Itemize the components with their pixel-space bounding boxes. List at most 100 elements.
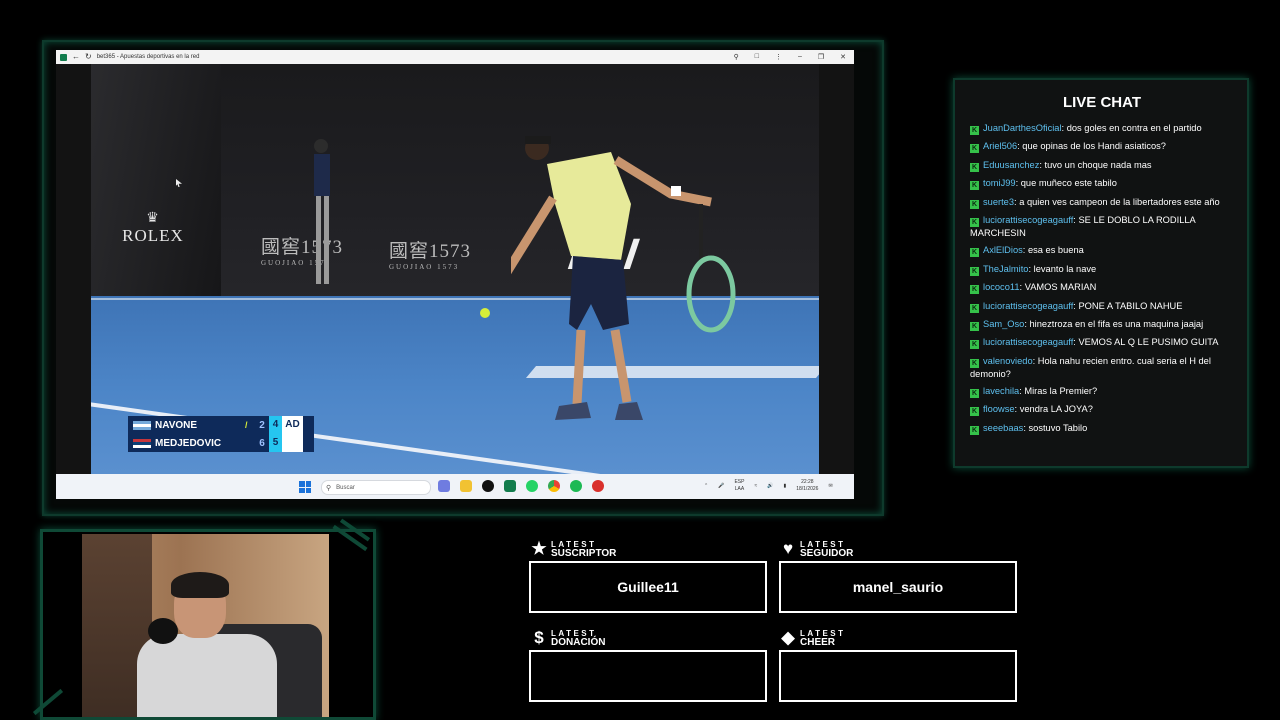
back-arrow-icon[interactable]: ← <box>72 53 80 61</box>
chat-username[interactable]: luciorattisecogeagauff <box>983 301 1073 311</box>
chat-username[interactable]: luciorattisecogeagauff <box>983 215 1073 225</box>
close-icon[interactable]: ✕ <box>840 53 846 61</box>
tennis-video-stream[interactable]: ♛ ROLEX 國窖1573 GUOJIAO 1573 國窖1573 GUOJI… <box>91 64 819 474</box>
chat-message: K AxlElDios: esa es buena <box>970 245 1084 258</box>
webcam-frame <box>40 529 376 720</box>
chat-message-text: PONE A TABILO NAHUE <box>1078 300 1183 311</box>
rolex-logo: ♛ ROLEX <box>113 212 193 246</box>
obs-app-icon[interactable] <box>592 480 604 492</box>
microphone-icon[interactable]: 🎤 <box>718 483 724 489</box>
player-points: AD <box>282 416 303 434</box>
player-games: 5 <box>269 434 282 452</box>
search-icon: ⚲ <box>326 484 332 492</box>
player-name: NAVONE <box>155 419 198 431</box>
windows-start-icon[interactable] <box>299 481 311 493</box>
kick-badge-icon: K <box>970 303 979 313</box>
whatsapp-app-icon[interactable] <box>526 480 538 492</box>
spotify-app-icon[interactable] <box>570 480 582 492</box>
chat-message-text: a quien ves campeon de la libertadores e… <box>1019 196 1220 207</box>
chat-message: Kluciorattisecogeagauff: VEMOS AL Q LE P… <box>970 337 1219 350</box>
latest-suscriptor-header: ★ LATEST SUSCRIPTOR <box>529 538 616 560</box>
chevron-up-icon[interactable]: ⌃ <box>704 483 708 489</box>
chat-message: K Ariel506: que opinas de los Handi asiat… <box>970 141 1166 154</box>
chat-username[interactable]: suerte3 <box>983 197 1014 207</box>
browser-window: ← ↻ bet365 - Apuestas deportivas en la r… <box>56 50 854 499</box>
chat-username[interactable]: AxlElDios <box>983 245 1023 255</box>
chat-message-text: sostuvo Tabilo <box>1028 422 1088 433</box>
kick-badge-icon: K <box>970 321 979 331</box>
battery-icon[interactable]: ▮ <box>783 483 786 489</box>
chat-username[interactable]: lavechila <box>983 386 1019 396</box>
taskbar-clock[interactable]: 22:28 18/1/2026 <box>796 479 818 493</box>
chat-username[interactable]: tomiJ99 <box>983 178 1016 188</box>
chat-username[interactable]: Sam_Oso <box>983 319 1024 329</box>
latest-seguidor-box: manel_saurio <box>779 561 1017 613</box>
chat-message-text: que opinas de los Handi asiaticos? <box>1022 141 1166 152</box>
chrome-app-icon[interactable] <box>548 480 560 492</box>
chat-username[interactable]: lococo11 <box>983 282 1020 292</box>
more-menu-icon[interactable]: ⋮ <box>775 53 782 61</box>
site-favicon-icon <box>60 53 67 61</box>
latest-donacion-value <box>531 652 765 700</box>
video-letterbox-left <box>56 64 91 474</box>
minimize-icon[interactable]: – <box>798 53 802 61</box>
kick-badge-icon: K <box>970 126 979 135</box>
notifications-icon[interactable]: ✉ <box>828 483 832 489</box>
kick-badge-icon: K <box>970 248 979 258</box>
latest-suscriptor-box: Guillee11 <box>529 561 767 613</box>
chat-message: KtomiJ99: que muñeco este tabilo <box>970 178 1117 191</box>
chat-username[interactable]: floowse <box>983 404 1015 414</box>
chat-username[interactable]: TheJalmito <box>983 264 1028 274</box>
video-letterbox-right <box>819 64 854 474</box>
zoom-icon[interactable]: ⚲ <box>734 53 739 61</box>
chat-message-text: Miras la Premier? <box>1024 386 1098 397</box>
live-chat-panel: LIVE CHAT K JuanDarthesOficial: dos goles… <box>953 78 1249 468</box>
chat-message: K TheJalmito: levanto la nave <box>970 263 1097 276</box>
wifi-icon[interactable]: ≈ <box>754 483 757 489</box>
reload-icon[interactable]: ↻ <box>85 53 92 61</box>
latest-donacion-header: $ LATEST DONACIÓN <box>529 627 605 649</box>
extensions-icon[interactable]: □ <box>755 53 759 61</box>
chat-message: Kvalenoviedo: Hola nahu recien entro. cu… <box>970 355 1211 379</box>
restore-icon[interactable]: ❐ <box>818 53 824 61</box>
bet365-app-icon[interactable] <box>504 480 516 492</box>
court-canopy <box>91 64 221 304</box>
player-sets: 2 <box>259 419 265 431</box>
player-sets: 6 <box>259 437 265 449</box>
heart-icon: ♥ <box>782 539 794 558</box>
chat-message: K JuanDarthesOficial: dos goles en contra… <box>970 123 1202 135</box>
player-points <box>282 434 303 452</box>
chat-message: Kluciorattisecogeagauff: PONE A TABILO N… <box>970 300 1183 313</box>
chat-username[interactable]: seeebaas <box>983 423 1023 433</box>
chat-username[interactable]: luciorattisecogeagauff <box>983 337 1073 347</box>
chat-message-text: que muñeco este tabilo <box>1020 178 1117 189</box>
kick-badge-icon: K <box>970 425 979 435</box>
chat-message-text: vendra LA JOYA? <box>1019 404 1093 415</box>
tiktok-app-icon[interactable] <box>482 480 494 492</box>
latest-suscriptor-value: Guillee11 <box>617 579 679 595</box>
browser-titlebar: ← ↻ bet365 - Apuestas deportivas en la r… <box>56 50 854 64</box>
language-indicator[interactable]: ESP LAA <box>734 479 744 493</box>
kick-badge-icon: K <box>970 407 979 417</box>
file-explorer-icon[interactable] <box>460 480 472 492</box>
chat-message-list: K JuanDarthesOficial: dos goles en contra… <box>970 122 1232 440</box>
volume-icon[interactable]: 🔊 <box>767 483 773 489</box>
chat-username[interactable]: Ariel506 <box>983 141 1017 151</box>
chat-username[interactable]: JuanDarthesOficial <box>983 123 1062 133</box>
chat-message: Kluciorattisecogeagauff: SE LE DOBLO LA … <box>970 214 1196 238</box>
guojiao-sign-2: 國窖1573 GUOJIAO 1573 <box>389 241 472 271</box>
kick-badge-icon: K <box>970 144 979 154</box>
kick-badge-icon: K <box>970 162 979 172</box>
copilot-app-icon[interactable] <box>438 480 450 492</box>
diamond-icon: ◆ <box>781 628 795 647</box>
rolex-crown-icon: ♛ <box>146 211 160 226</box>
kick-badge-icon: K <box>970 181 979 191</box>
star-icon: ★ <box>531 539 547 558</box>
taskbar-search-input[interactable]: ⚲ Buscar <box>321 480 431 495</box>
kick-badge-icon: K <box>970 285 979 295</box>
kick-badge-icon: K <box>970 199 979 209</box>
scoreboard: NAVONE / 2 4 AD MEDJEDOVIC 6 5 <box>128 416 314 452</box>
chat-username[interactable]: valenoviedo <box>983 356 1033 366</box>
chat-username[interactable]: Eduusanchez <box>983 160 1039 170</box>
windows-taskbar: ⚲ Buscar ⌃ 🎤 ESP LAA ≈ 🔊 ▮ 22:28 18/1/2026 <box>56 474 854 499</box>
